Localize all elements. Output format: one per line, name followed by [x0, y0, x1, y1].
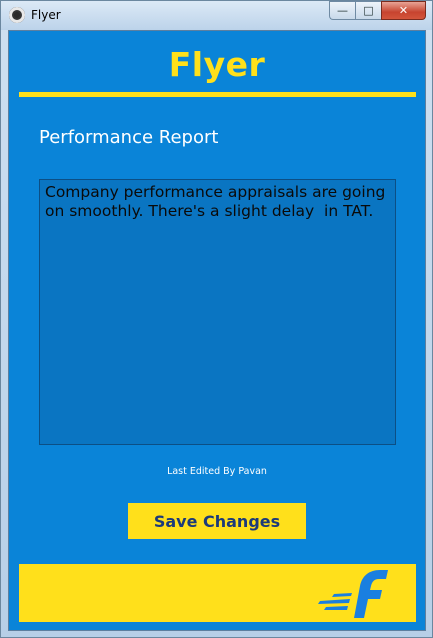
- title-bar[interactable]: Flyer — □ ✕: [1, 1, 432, 30]
- minimize-button[interactable]: —: [329, 1, 355, 20]
- maximize-button[interactable]: □: [355, 1, 381, 20]
- close-icon: ✕: [398, 4, 409, 17]
- maximize-icon: □: [363, 4, 374, 17]
- window-controls: — □ ✕: [329, 1, 426, 21]
- app-content: Flyer Performance Report Company perform…: [8, 30, 426, 631]
- close-button[interactable]: ✕: [381, 1, 426, 20]
- app-header-title: Flyer: [168, 45, 266, 84]
- app-window: Flyer — □ ✕ Flyer Performance Report Com…: [0, 0, 433, 638]
- report-text-area[interactable]: Company performance appraisals are going…: [39, 179, 396, 445]
- window-title: Flyer: [31, 8, 61, 22]
- flipkart-f-logo-icon: [318, 570, 388, 618]
- report-title: Performance Report: [39, 127, 219, 148]
- save-changes-button[interactable]: Save Changes: [128, 503, 306, 539]
- last-edited-label: Last Edited By Pavan: [167, 466, 267, 477]
- footer-banner: [19, 564, 416, 622]
- header-divider: [19, 92, 416, 97]
- minimize-icon: —: [337, 4, 348, 17]
- app-icon[interactable]: [9, 7, 25, 23]
